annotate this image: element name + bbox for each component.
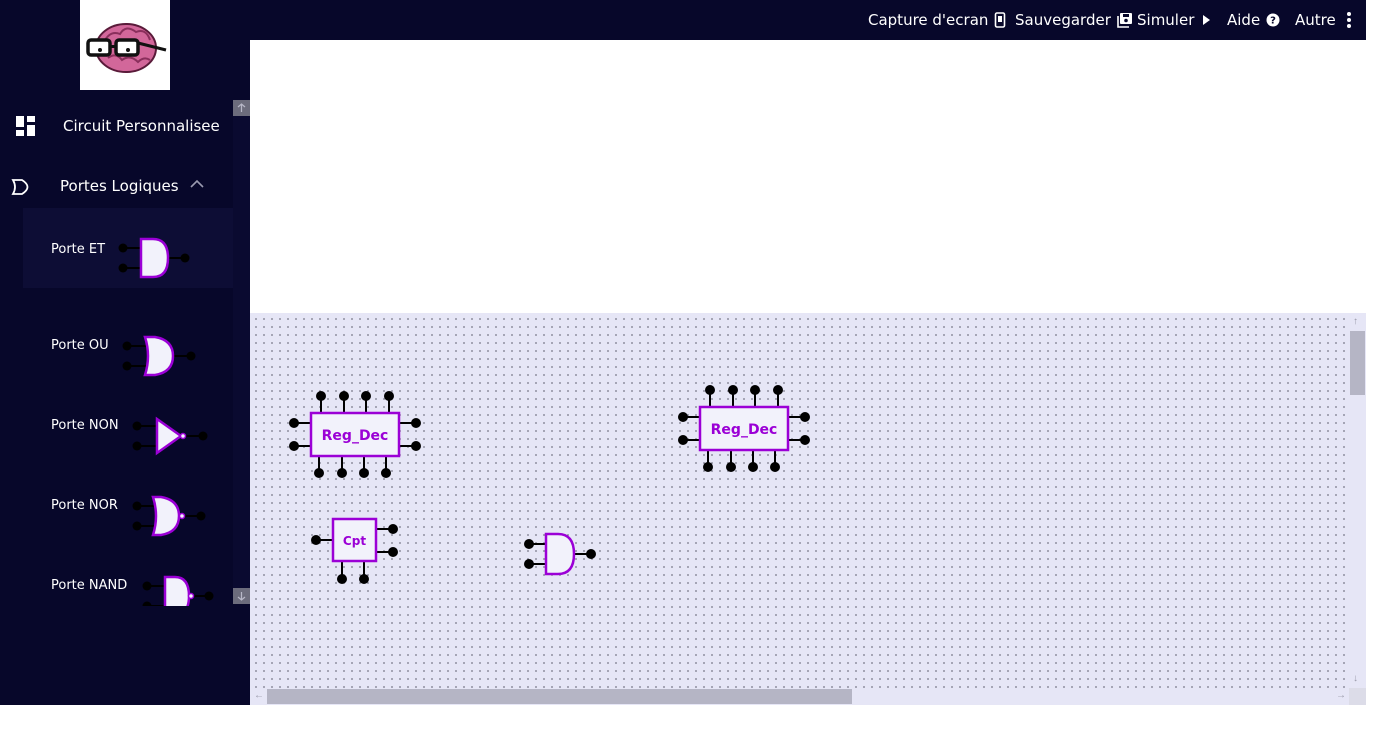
custom-circuit-label: Circuit Personnalisee: [63, 117, 220, 135]
svg-text:?: ?: [1270, 16, 1276, 27]
component-label: Reg_Dec: [322, 428, 389, 444]
app-logo: [80, 0, 170, 90]
more-label: Autre: [1295, 11, 1336, 29]
component-and-gate[interactable]: [522, 531, 598, 579]
component-reg-dec[interactable]: Reg_Dec: [677, 383, 813, 475]
app-root: Capture d'ecran Sauvegarder Simuler Aide: [0, 0, 1382, 744]
gate-item-nand[interactable]: Porte NAND: [23, 544, 233, 606]
gate-item-label: Porte ET: [51, 242, 106, 257]
logic-gates-label: Portes Logiques: [60, 177, 179, 195]
help-label: Aide: [1227, 11, 1261, 29]
screenshot-label: Capture d'ecran: [868, 11, 989, 29]
nand-gate-icon: [142, 575, 214, 606]
chevron-up-icon: [190, 179, 204, 188]
gate-list: Porte ET Porte OU Porte NON Porte NOR Po…: [0, 208, 250, 606]
help-circle-icon: ?: [1266, 13, 1280, 27]
screenshot-button[interactable]: Capture d'ecran: [868, 0, 1006, 40]
sidebar-item-logic-gates[interactable]: Portes Logiques: [0, 166, 250, 206]
canvas-vertical-scroll-thumb[interactable]: [1350, 331, 1365, 395]
scroll-left-arrow-icon[interactable]: ←: [254, 691, 264, 701]
gate-item-label: Porte NOR: [51, 498, 118, 513]
gate-item-label: Porte OU: [51, 338, 109, 353]
more-vertical-icon: [1346, 12, 1351, 28]
circuit-canvas[interactable]: Reg_Dec Reg_Dec Cpt ↑ ↓ ← →: [250, 313, 1366, 705]
dashboard-icon: [16, 116, 35, 136]
sidebar: Circuit Personnalisee Portes Logiques Po…: [0, 0, 250, 705]
scroll-up-arrow-icon[interactable]: ↑: [1353, 317, 1358, 327]
save-button[interactable]: Sauvegarder: [1015, 0, 1133, 40]
sidebar-item-custom-circuit[interactable]: Circuit Personnalisee: [0, 106, 250, 146]
gate-item-label: Porte NON: [51, 418, 119, 433]
component-reg-dec[interactable]: Reg_Dec: [288, 389, 424, 481]
simulate-button[interactable]: Simuler: [1137, 0, 1212, 40]
canvas-horizontal-scrollbar[interactable]: ← →: [250, 688, 1349, 705]
gate-item-and[interactable]: Porte ET: [23, 208, 233, 288]
not-gate-icon: [132, 416, 208, 456]
scroll-down-arrow-icon[interactable]: ↓: [1353, 674, 1358, 684]
gate-outline-icon: [11, 179, 29, 195]
brain-logo-icon: [86, 23, 167, 73]
and-gate-icon: [118, 237, 190, 279]
scroll-right-arrow-icon[interactable]: →: [1336, 691, 1346, 701]
scrollbar-corner: [1349, 688, 1366, 705]
phone-screenshot-icon: [995, 12, 1006, 28]
canvas-vertical-scrollbar[interactable]: ↑ ↓: [1349, 313, 1366, 688]
toolbar-spacer-area: [250, 40, 1366, 313]
more-button[interactable]: Autre: [1295, 0, 1352, 40]
component-cpt[interactable]: Cpt: [310, 515, 404, 589]
simulate-label: Simuler: [1137, 11, 1195, 29]
canvas-horizontal-scroll-thumb[interactable]: [267, 689, 852, 704]
component-label: Cpt: [343, 534, 366, 548]
save-icon: [1117, 13, 1132, 28]
save-label: Sauvegarder: [1015, 11, 1111, 29]
help-button[interactable]: Aide ?: [1227, 0, 1280, 40]
component-label: Reg_Dec: [711, 422, 778, 438]
gate-item-not[interactable]: Porte NON: [23, 384, 233, 464]
gate-item-nor[interactable]: Porte NOR: [23, 464, 233, 544]
gate-item-label: Porte NAND: [51, 578, 128, 593]
nor-gate-icon: [132, 495, 206, 537]
gate-item-or[interactable]: Porte OU: [23, 304, 233, 384]
or-gate-icon: [122, 335, 196, 377]
play-icon: [1203, 15, 1211, 25]
